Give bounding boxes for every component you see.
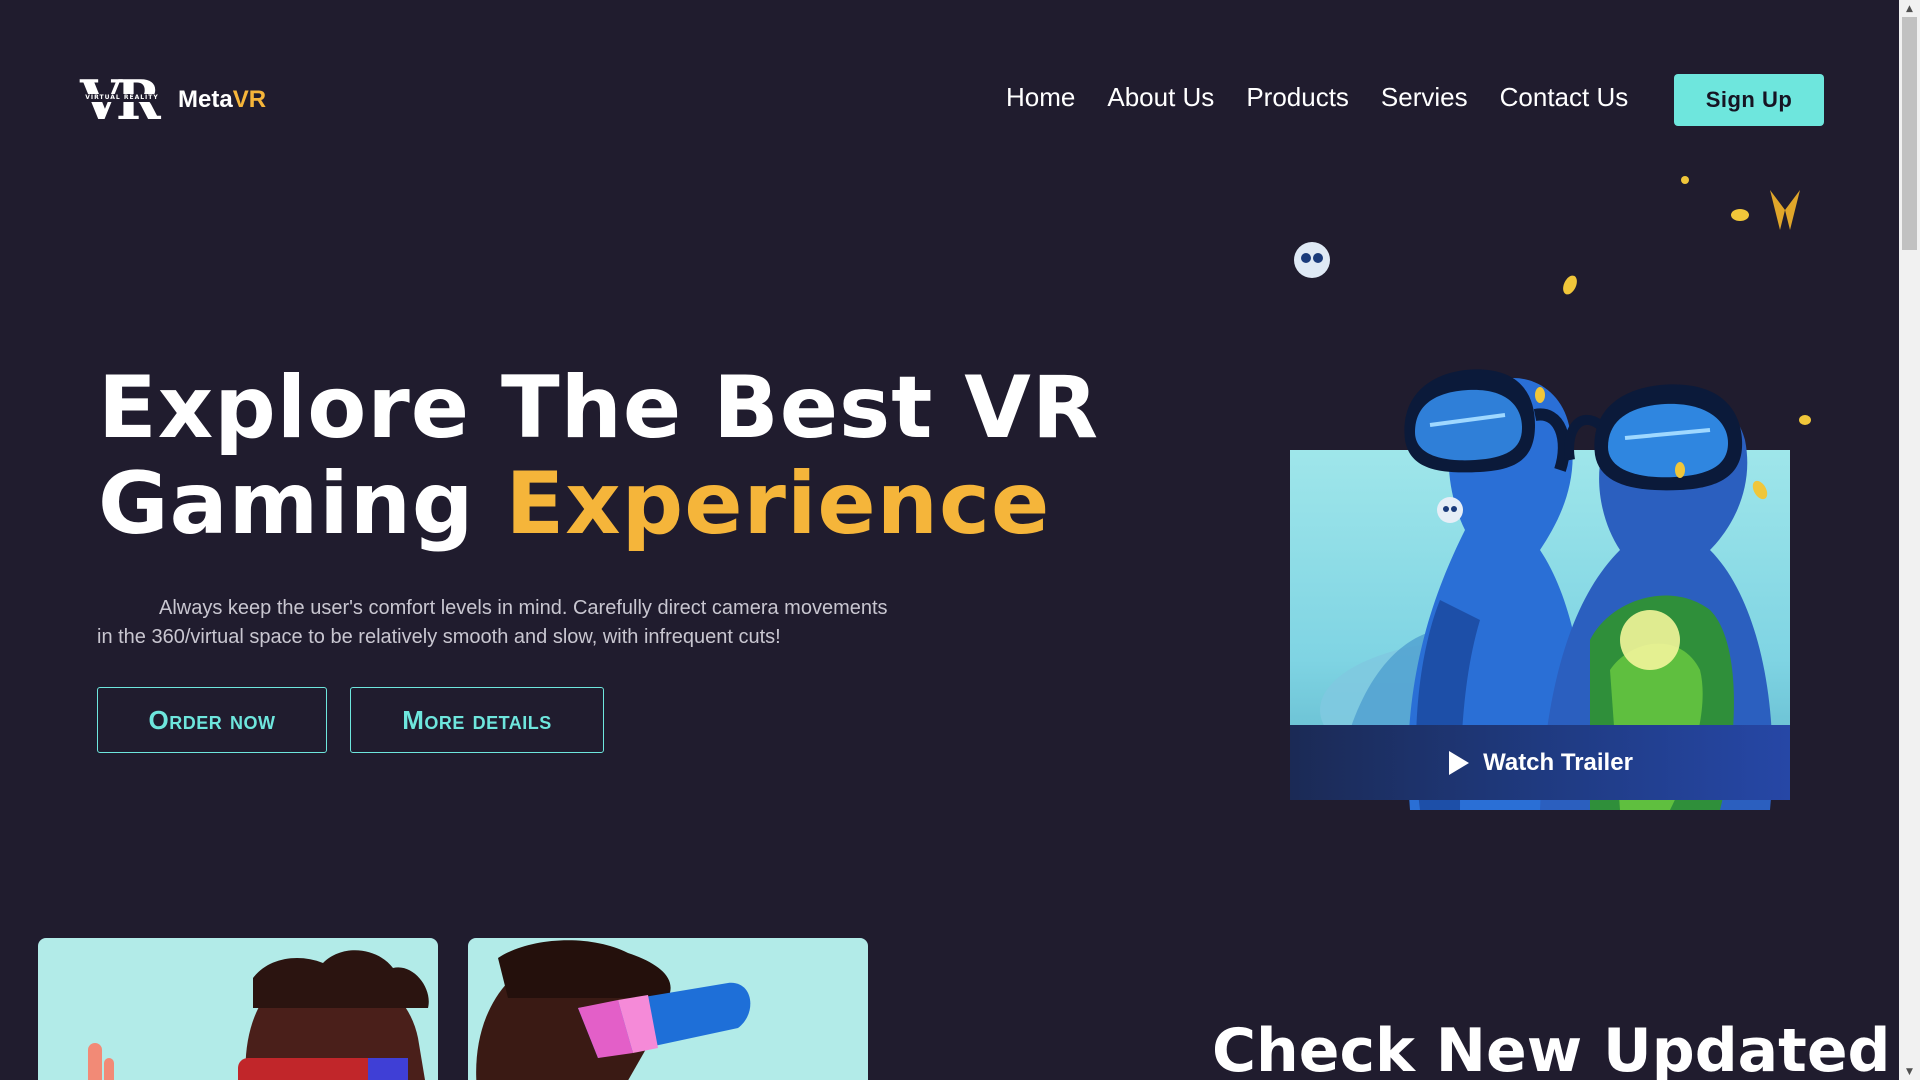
watch-trailer-button[interactable]: Watch Trailer bbox=[1290, 725, 1790, 800]
scroll-down-arrow-icon[interactable]: ▼ bbox=[1899, 1063, 1920, 1080]
nav-home[interactable]: Home bbox=[1006, 82, 1075, 113]
brand-name-part2: VR bbox=[232, 86, 267, 113]
hero-vr-illustration bbox=[1294, 176, 1811, 810]
hero-title-line1: Explore The Best VR bbox=[98, 358, 1100, 458]
product-card-2[interactable] bbox=[468, 938, 868, 1080]
more-details-button[interactable]: More details bbox=[350, 687, 604, 753]
scrollbar-thumb[interactable] bbox=[1902, 17, 1917, 250]
nav-products[interactable]: Products bbox=[1246, 82, 1349, 113]
nav-contact-us[interactable]: Contact Us bbox=[1500, 82, 1629, 113]
play-icon bbox=[1449, 750, 1470, 775]
hero-title: Explore The Best VR Gaming Experience bbox=[98, 360, 1099, 552]
scroll-up-arrow-icon[interactable]: ▲ bbox=[1899, 0, 1920, 17]
page: VR VIRTUAL REALITY MetaVR Home About Us … bbox=[0, 0, 1920, 1080]
nav-services[interactable]: Servies bbox=[1381, 82, 1468, 113]
vertical-scrollbar[interactable]: ▲ ▼ bbox=[1899, 0, 1920, 1080]
watch-trailer-label: Watch Trailer bbox=[1483, 748, 1633, 776]
hero-title-line2: Gaming bbox=[98, 454, 506, 554]
logo-mark-icon: VR VIRTUAL REALITY bbox=[80, 72, 164, 128]
product-card-1-image bbox=[88, 950, 429, 1080]
main-nav: Home About Us Products Servies Contact U… bbox=[1006, 82, 1628, 113]
hero-description: Always keep the user's comfort levels in… bbox=[97, 597, 888, 648]
nav-about-us[interactable]: About Us bbox=[1107, 82, 1214, 113]
product-card-1[interactable] bbox=[38, 938, 438, 1080]
section-title: Check New Updated bbox=[1212, 1016, 1891, 1080]
sign-up-button[interactable]: Sign Up bbox=[1674, 74, 1824, 126]
hero-title-accent: Experience bbox=[505, 454, 1051, 554]
product-card-2-image bbox=[476, 940, 751, 1080]
order-now-button[interactable]: Order now bbox=[97, 687, 327, 753]
brand-name: MetaVR bbox=[178, 86, 266, 114]
brand-name-part1: Meta bbox=[178, 86, 233, 113]
logo[interactable]: VR VIRTUAL REALITY MetaVR bbox=[80, 70, 266, 130]
logo-mark-subtitle: VIRTUAL REALITY bbox=[80, 94, 164, 102]
